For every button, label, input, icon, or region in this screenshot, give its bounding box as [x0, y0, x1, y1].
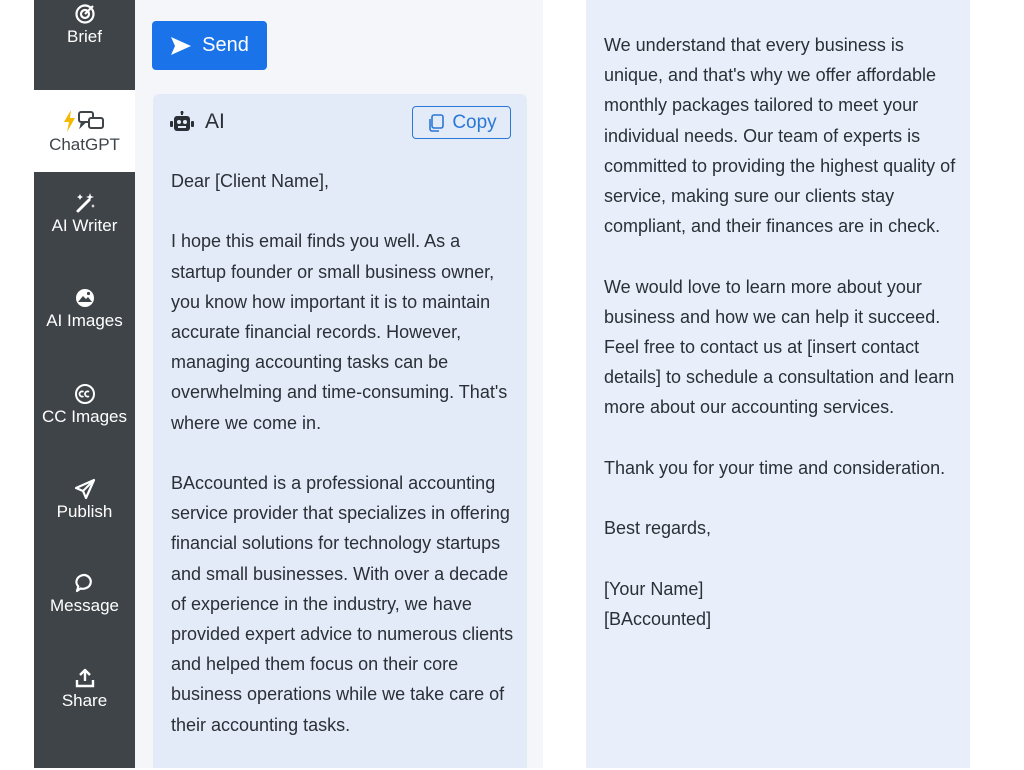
ai-paragraph: Dear [Client Name], — [171, 171, 330, 191]
email-preview-text: We understand that every business is uni… — [604, 30, 960, 634]
ai-card-title: AI — [205, 110, 225, 133]
email-paragraph: We would love to learn more about your b… — [604, 276, 955, 418]
sidebar-item-label: ChatGPT — [49, 135, 120, 154]
ai-paragraph: BAccounted is a professional accounting … — [171, 473, 514, 735]
sidebar-item-label: Publish — [56, 502, 113, 521]
send-icon — [170, 36, 192, 56]
sidebar-item-label: Share — [61, 691, 108, 710]
email-preview-panel: We understand that every business is uni… — [586, 0, 970, 768]
signature-line: [BAccounted] — [604, 608, 712, 629]
sidebar-item-label: CC Images — [41, 407, 128, 426]
send-icon — [74, 478, 96, 500]
ai-paragraph: I hope this email finds you well. As a s… — [171, 231, 508, 433]
sidebar-item-chatgpt[interactable]: ChatGPT — [34, 90, 135, 172]
ai-response-card: AI Copy Dear [Client Name], I hope this … — [153, 94, 527, 768]
send-button[interactable]: Send — [152, 21, 267, 70]
robot-icon — [169, 111, 195, 133]
sidebar: Brief ChatGPT AI Writer AI Images CC Ima… — [34, 0, 135, 768]
copy-button-label: Copy — [452, 111, 497, 133]
sidebar-item-publish[interactable]: Publish — [34, 478, 135, 522]
sidebar-item-brief[interactable]: Brief — [34, 3, 135, 47]
signature-line: [Your Name] — [604, 578, 704, 599]
sidebar-item-ai-writer[interactable]: AI Writer — [34, 192, 135, 236]
copy-icon — [426, 113, 446, 133]
image-icon — [74, 287, 96, 309]
ai-card-header: AI — [169, 110, 225, 134]
sidebar-item-message[interactable]: Message — [34, 572, 135, 616]
email-signature: [Your Name] [BAccounted] — [604, 574, 960, 634]
chatgpt-icon — [59, 107, 111, 133]
email-paragraph: We understand that every business is uni… — [604, 35, 956, 237]
send-button-label: Send — [202, 34, 249, 56]
sidebar-item-share[interactable]: Share — [34, 667, 135, 711]
sidebar-item-label: AI Writer — [51, 216, 118, 235]
ai-response-text: Dear [Client Name], I hope this email fi… — [171, 166, 517, 770]
email-paragraph: Best regards, — [604, 518, 712, 539]
target-icon — [74, 3, 96, 25]
message-icon — [74, 572, 96, 594]
share-icon — [74, 667, 96, 689]
copy-button[interactable]: Copy — [412, 106, 511, 139]
sidebar-item-label: Brief — [67, 27, 102, 46]
magic-wand-icon — [74, 192, 96, 214]
sidebar-item-label: Message — [50, 596, 119, 615]
email-paragraph: Thank you for your time and consideratio… — [604, 457, 946, 478]
sidebar-item-cc-images[interactable]: CC Images — [34, 383, 135, 427]
sidebar-item-ai-images[interactable]: AI Images — [34, 287, 135, 331]
sidebar-item-label: AI Images — [46, 311, 123, 330]
cc-icon — [74, 383, 96, 405]
